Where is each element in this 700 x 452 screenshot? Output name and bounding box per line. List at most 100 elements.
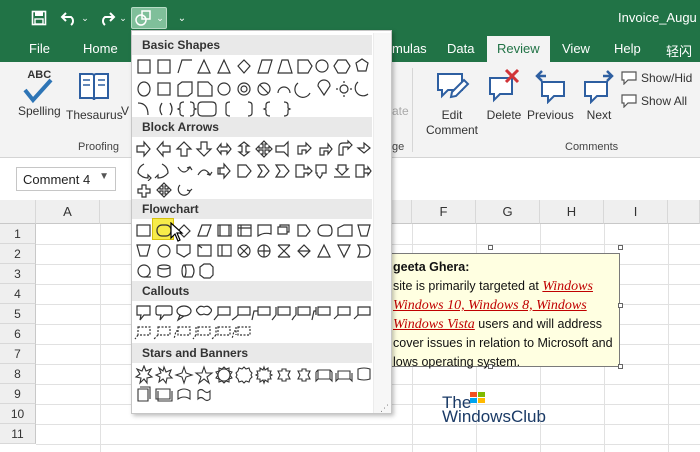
stars-row2[interactable] <box>134 385 374 405</box>
redo-icon[interactable] <box>96 7 118 29</box>
basic-shapes-row3[interactable] <box>134 99 374 119</box>
tab-home[interactable]: Home <box>83 41 118 56</box>
cell-comment[interactable]: geeta Ghera: site is primarily targeted … <box>380 253 620 369</box>
redo-dropdown-icon[interactable]: ⌄ <box>118 7 128 29</box>
ribbon-partial-item: ate <box>392 104 409 118</box>
resize-handle[interactable] <box>618 303 623 308</box>
section-callouts: Callouts <box>132 281 372 301</box>
spelling-button[interactable]: ABC Spelling <box>18 68 61 119</box>
tab-help[interactable]: Help <box>614 41 641 56</box>
flowchart-row2[interactable] <box>134 241 374 261</box>
row-header-11[interactable]: 11 <box>0 424 36 444</box>
edit-comment-button[interactable]: Edit Comment <box>426 68 478 138</box>
watermark-line-2: WindowsClub <box>442 407 546 426</box>
windows-logo-icon <box>470 392 485 403</box>
column-header-g[interactable]: G <box>476 200 540 224</box>
block-arrows-row3[interactable] <box>134 181 374 201</box>
book-icon <box>79 73 110 101</box>
save-icon[interactable] <box>28 7 50 29</box>
next-comment-icon <box>584 70 614 104</box>
row-header-7[interactable]: 7 <box>0 344 36 364</box>
tab-formulas[interactable]: mulas <box>392 41 427 56</box>
row-header-5[interactable]: 5 <box>0 304 36 324</box>
block-arrows-row1[interactable] <box>134 139 374 159</box>
column-header-a[interactable]: A <box>36 200 100 224</box>
tab-review[interactable]: Review <box>487 36 550 62</box>
flowchart-row3[interactable] <box>134 261 374 281</box>
document-title: Invoice_Augu <box>618 10 697 25</box>
undo-icon[interactable] <box>58 7 80 29</box>
resize-handle[interactable] <box>488 364 493 369</box>
comment-line-4: Windows Vista users and will address <box>393 317 602 332</box>
column-header-f[interactable]: F <box>412 200 476 224</box>
tab-data[interactable]: Data <box>447 41 474 56</box>
resize-grip-icon[interactable]: ⋰ <box>380 403 389 414</box>
gallery-scrollbar[interactable] <box>373 33 391 413</box>
delete-comment-button[interactable]: Delete <box>486 68 522 123</box>
column-header-i[interactable]: I <box>604 200 668 224</box>
chevron-down-icon: ⌄ <box>156 12 164 23</box>
callouts-row2[interactable] <box>134 323 374 343</box>
shape-row[interactable] <box>134 261 374 281</box>
row-header-3[interactable]: 3 <box>0 264 36 284</box>
next-comment-button[interactable]: Next <box>581 68 617 123</box>
resize-handle[interactable] <box>618 364 623 369</box>
section-basic-shapes: Basic Shapes <box>132 35 372 55</box>
shape-row[interactable] <box>134 57 374 77</box>
column-header-next <box>668 200 700 224</box>
spelling-icon: ABC <box>21 68 57 104</box>
tab-file[interactable]: File <box>29 41 50 56</box>
undo-dropdown-icon[interactable]: ⌄ <box>80 7 90 29</box>
shape-row[interactable] <box>134 181 374 201</box>
row-header-6[interactable]: 6 <box>0 324 36 344</box>
section-stars-and-banners: Stars and Banners <box>132 343 372 363</box>
row-header-9[interactable]: 9 <box>0 384 36 404</box>
shapes-qat-button[interactable]: ⌄ <box>131 7 167 29</box>
name-box-dropdown-icon[interactable]: ▼ <box>99 171 109 182</box>
ribbon-partial-v: V <box>121 104 130 118</box>
shape-row[interactable] <box>134 161 374 181</box>
comment-line-2: site is primarily targeted at Windows <box>393 279 593 294</box>
basic-shapes-row1[interactable] <box>134 57 374 77</box>
shapes-icon <box>135 10 151 26</box>
tab-extra[interactable]: 轻闪 <box>666 41 692 60</box>
shape-row[interactable] <box>134 303 374 323</box>
show-all-comments-button[interactable]: Show All <box>621 94 687 108</box>
tab-view[interactable]: View <box>562 41 590 56</box>
stars-row1[interactable] <box>134 365 374 385</box>
resize-handle[interactable] <box>488 245 493 250</box>
previous-comment-button[interactable]: Previous <box>527 68 574 123</box>
shape-row[interactable] <box>134 385 374 405</box>
row-header-2[interactable]: 2 <box>0 244 36 264</box>
grid-line <box>668 224 669 452</box>
comment-line-1: geeta Ghera: <box>393 258 613 277</box>
basic-shapes-row2[interactable] <box>134 79 374 99</box>
row-header-10[interactable]: 10 <box>0 404 36 424</box>
select-all-corner[interactable] <box>0 200 36 224</box>
name-box[interactable]: Comment 4 ▼ <box>16 167 116 191</box>
comment-link-windows[interactable]: Windows <box>542 279 593 294</box>
shape-row[interactable] <box>134 365 374 385</box>
comment-link-windows-versions[interactable]: Windows 10, Windows 8, Windows <box>393 298 587 313</box>
customize-qat-icon[interactable]: ⌄ <box>175 7 189 29</box>
column-header-h[interactable]: H <box>540 200 604 224</box>
shape-row[interactable] <box>134 241 374 261</box>
show-hide-icon <box>621 71 637 85</box>
thesaurus-button[interactable]: Thesaurus <box>66 68 123 123</box>
row-header-4[interactable]: 4 <box>0 284 36 304</box>
shape-row[interactable] <box>134 99 374 119</box>
comment-link-windows-vista[interactable]: Windows Vista <box>393 317 475 332</box>
comment-line-3: Windows 10, Windows 8, Windows <box>393 296 613 315</box>
callouts-row1[interactable] <box>134 303 374 323</box>
partial-group-label: ge <box>392 141 405 153</box>
row-header-8[interactable]: 8 <box>0 364 36 384</box>
shape-row[interactable] <box>134 139 374 159</box>
comment-line-5: cover issues in relation to Microsoft an… <box>393 336 613 350</box>
row-header-1[interactable]: 1 <box>0 224 36 244</box>
block-arrows-row2[interactable] <box>134 161 374 181</box>
resize-handle[interactable] <box>618 245 623 250</box>
ribbon-separator <box>412 68 413 152</box>
shape-row[interactable] <box>134 79 374 99</box>
shape-row[interactable] <box>134 323 374 343</box>
show-hide-comment-button[interactable]: Show/Hid <box>621 71 692 85</box>
